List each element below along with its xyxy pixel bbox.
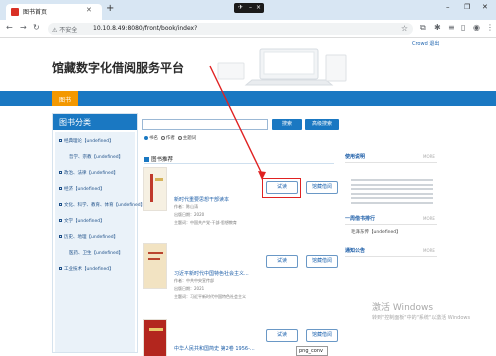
user-links[interactable]: Crowd 退出 xyxy=(412,40,439,47)
book-title[interactable]: 习近平新时代中国特色社会主义... xyxy=(174,270,249,277)
category-item[interactable]: 文化、科学、教育、体育【undefined】 xyxy=(59,202,145,208)
security-warning[interactable]: ⚠ 不安全 xyxy=(52,25,77,34)
book-cover[interactable] xyxy=(143,243,167,289)
side-panel: 使用说明 MORE 一周借书排行 MORE 毛泽东传【undefined】 通知… xyxy=(345,149,437,353)
category-panel: 图书分类 经典理论【undefined】 哲学、宗教【undefined】 政治… xyxy=(52,113,145,353)
rank-more-link[interactable]: MORE xyxy=(423,216,435,221)
category-item[interactable]: 文学【undefined】 xyxy=(59,218,105,224)
tab-title: 图书首页 xyxy=(23,9,48,16)
usage-more-link[interactable]: MORE xyxy=(423,154,435,159)
radio-subject[interactable]: 主题词 xyxy=(177,135,196,141)
book-title[interactable]: 新时代重要思想干部读本 xyxy=(174,196,229,203)
trial-read-button[interactable]: 试读 xyxy=(266,255,298,268)
category-item[interactable]: 哲学、宗教【undefined】 xyxy=(69,154,123,160)
category-item[interactable]: 经济【undefined】 xyxy=(59,186,105,192)
site-title: 馆藏数字化借阅服务平台 xyxy=(52,61,185,75)
remote-session-bar[interactable]: ✈ – × xyxy=(234,3,264,13)
tab-favicon-icon xyxy=(11,8,19,16)
url-input[interactable]: ⚠ 不安全 10.10.8.49:8080/front/book/index? … xyxy=(48,23,413,35)
header-laptop-illustration xyxy=(217,48,347,86)
new-tab-icon[interactable]: + xyxy=(106,4,114,14)
search-type-options: 书名 作者 主题词 xyxy=(144,135,196,141)
book-date: 出版日期：2020 xyxy=(174,212,205,217)
trial-read-button[interactable]: 试读 xyxy=(266,329,298,342)
recommend-heading: 图书推荐 xyxy=(144,155,173,163)
windows-activation-text: 转到"控制面板"中的"系统"以激活 Windows xyxy=(372,315,471,321)
radio-author[interactable]: 作者 xyxy=(160,135,175,141)
reading-list-icon[interactable]: ≡ xyxy=(448,24,455,32)
nav-item-books[interactable]: 图书 xyxy=(52,91,78,106)
extensions-puzzle-icon[interactable]: ✱ xyxy=(434,24,441,32)
window-maximize-icon[interactable]: ❐ xyxy=(464,3,470,11)
category-list: 经典理论【undefined】 哲学、宗教【undefined】 政治、法律【u… xyxy=(55,132,145,352)
book-author: 作者：中共中央宣传部 xyxy=(174,278,214,283)
search-button[interactable]: 搜索 xyxy=(272,119,302,130)
category-title: 图书分类 xyxy=(53,114,137,130)
category-item[interactable]: 经典理论【undefined】 xyxy=(59,138,114,144)
browser-tab[interactable]: 图书首页 ✕ xyxy=(6,4,102,20)
usage-title[interactable]: 使用说明 xyxy=(345,153,365,160)
windows-activation-title: 激活 Windows xyxy=(372,303,434,313)
rank-title[interactable]: 一周借书排行 xyxy=(345,215,375,222)
book-cover[interactable] xyxy=(143,319,167,356)
sidebar-icon[interactable]: ▯ xyxy=(461,24,465,32)
window-minimize-icon[interactable]: – xyxy=(446,3,450,11)
highlight-box xyxy=(262,178,301,198)
book-cover[interactable] xyxy=(143,167,167,211)
remote-session-icon: ✈ xyxy=(238,4,244,11)
address-bar: ← → ↻ ⚠ 不安全 10.10.8.49:8080/front/book/i… xyxy=(0,20,496,38)
reload-icon[interactable]: ↻ xyxy=(33,24,40,32)
browser-title-bar: 图书首页 ✕ + ✈ – × – ❐ ✕ xyxy=(0,0,496,20)
borrow-button[interactable]: 馆藏借阅 xyxy=(306,181,338,194)
window-close-icon[interactable]: ✕ xyxy=(482,3,488,11)
recommend-divider xyxy=(144,163,334,164)
search-input[interactable] xyxy=(142,119,268,130)
book-title[interactable]: 中华人民共和国简史 第2卷 1956-... xyxy=(174,345,255,352)
book-topic: 主题词：中国共产党-干部-思想教育 xyxy=(174,220,237,225)
rank-item[interactable]: 毛泽东传【undefined】 xyxy=(351,229,401,235)
category-item[interactable]: 工业技术【undefined】 xyxy=(59,266,114,272)
book-topic: 主题词：习近平新时代中国特色社会主义 xyxy=(174,294,246,299)
remote-minimize-icon[interactable]: – xyxy=(249,4,252,11)
book-author: 作者：陈山涛 xyxy=(174,204,198,209)
tab-close-icon[interactable]: ✕ xyxy=(86,6,92,14)
menu-icon[interactable]: ⋮ xyxy=(486,24,494,32)
profile-icon[interactable]: ◉ xyxy=(473,24,480,32)
recommend-heading-icon xyxy=(144,157,149,162)
url-text: 10.10.8.49:8080/front/book/index? xyxy=(93,25,198,32)
advanced-search-button[interactable]: 高级搜索 xyxy=(305,119,339,130)
extension-icon[interactable]: ⧉ xyxy=(420,24,426,32)
book-date: 出版日期：2021 xyxy=(174,286,205,291)
borrow-button[interactable]: 馆藏借阅 xyxy=(306,329,338,342)
category-item[interactable]: 政治、法律【undefined】 xyxy=(59,170,118,176)
back-icon[interactable]: ← xyxy=(6,24,13,32)
tooltip: png_conv xyxy=(296,346,328,356)
notice-more-link[interactable]: MORE xyxy=(423,248,435,253)
notice-title[interactable]: 通知公告 xyxy=(345,247,365,254)
remote-close-icon[interactable]: × xyxy=(256,4,261,11)
usage-text-placeholder xyxy=(351,179,433,209)
radio-title[interactable]: 书名 xyxy=(144,135,158,141)
forward-icon[interactable]: → xyxy=(20,24,27,32)
category-item[interactable]: 历史、地理【undefined】 xyxy=(59,234,118,240)
bookmark-star-icon[interactable]: ☆ xyxy=(401,24,408,33)
borrow-button[interactable]: 馆藏借阅 xyxy=(306,255,338,268)
category-item[interactable]: 医药、卫生【undefined】 xyxy=(69,250,123,256)
